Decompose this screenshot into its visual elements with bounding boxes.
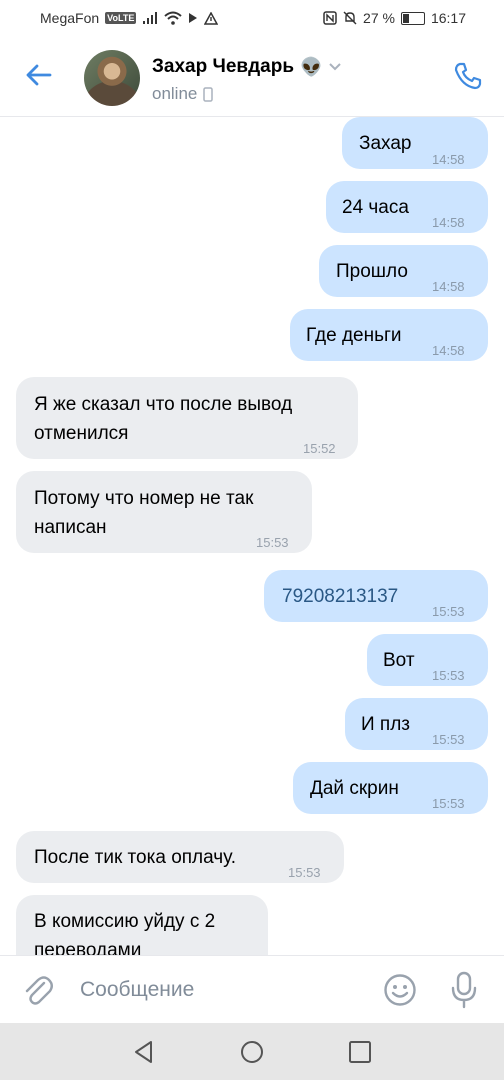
warning-icon — [204, 11, 219, 25]
message-outgoing[interactable]: Захар 14:58 — [342, 117, 488, 169]
message-incoming[interactable]: После тик тока оплачу. 15:53 — [16, 831, 344, 883]
chevron-down-icon — [329, 63, 342, 71]
message-outgoing[interactable]: Где деньги 14:58 — [290, 309, 488, 361]
message-incoming[interactable]: Потому что номер не так написан 15:53 — [16, 471, 312, 553]
chat-header: Захар Чевдарь 👽 online — [0, 36, 504, 117]
status-bar-right: 27 % 16:17 — [323, 10, 466, 26]
mobile-device-icon — [203, 86, 214, 102]
triangle-back-icon[interactable] — [131, 1039, 157, 1065]
message-outgoing[interactable]: 79208213137 15:53 — [264, 570, 488, 622]
message-time: 14:58 — [432, 152, 465, 167]
online-status: online — [152, 84, 214, 104]
message-time: 15:53 — [432, 732, 465, 747]
wifi-icon — [164, 11, 182, 25]
message-incoming[interactable]: Я же сказал что после вывод отменился 15… — [16, 377, 358, 459]
chat-title[interactable]: Захар Чевдарь 👽 — [152, 56, 342, 78]
message-list[interactable]: Захар 14:58 24 часа 14:58 Прошло 14:58 Г… — [0, 117, 504, 955]
message-time: 15:53 — [256, 535, 289, 550]
clock: 16:17 — [430, 10, 466, 26]
signal-icon — [143, 11, 158, 24]
avatar[interactable] — [84, 50, 140, 106]
arrow-left-icon[interactable] — [22, 58, 56, 92]
message-input[interactable]: Сообщение — [80, 978, 194, 1002]
volte-badge: VoLTE — [105, 12, 137, 24]
phone-icon[interactable] — [452, 60, 484, 92]
contact-name: Захар Чевдарь — [152, 56, 294, 77]
message-time: 15:53 — [432, 796, 465, 811]
message-outgoing[interactable]: 24 часа 14:58 — [326, 181, 488, 233]
message-time: 15:53 — [432, 668, 465, 683]
message-text: 24 часа — [342, 197, 409, 218]
status-text: online — [152, 84, 198, 103]
message-text: Дай скрин — [310, 778, 399, 799]
mute-bell-icon — [343, 11, 357, 25]
message-incoming[interactable]: В комиссию уйду с 2 переводами — [16, 895, 268, 955]
battery-percent: 27 % — [363, 10, 395, 26]
message-text: Прошло — [336, 261, 408, 282]
status-bar: MegaFon VoLTE 27 % 16:17 — [0, 0, 504, 36]
message-time: 15:52 — [303, 441, 336, 456]
message-text: Где деньги — [306, 325, 402, 346]
play-icon — [189, 13, 198, 23]
message-time: 14:58 — [432, 215, 465, 230]
message-text: После тик тока оплачу. — [34, 847, 237, 868]
system-nav-bar — [0, 1023, 504, 1080]
message-text: Захар — [359, 133, 412, 154]
message-outgoing[interactable]: И плз 15:53 — [345, 698, 488, 750]
battery-icon — [400, 11, 425, 25]
message-time: 15:53 — [288, 865, 321, 880]
message-outgoing[interactable]: Прошло 14:58 — [319, 245, 488, 297]
circle-home-icon[interactable] — [239, 1039, 265, 1065]
message-text: Вот — [383, 650, 415, 671]
message-time: 14:58 — [432, 279, 465, 294]
message-text: И плз — [361, 714, 411, 735]
alien-emoji: 👽 — [300, 56, 323, 77]
message-time: 15:53 — [432, 604, 465, 619]
carrier-name: MegaFon — [40, 10, 100, 26]
square-recent-icon[interactable] — [347, 1039, 373, 1065]
phone-number-link[interactable]: 79208213137 — [282, 582, 398, 611]
paperclip-icon[interactable] — [22, 974, 54, 1008]
message-text: В комиссию уйду с 2 переводами — [34, 911, 216, 955]
message-outgoing[interactable]: Вот 15:53 — [367, 634, 488, 686]
nfc-icon — [323, 11, 337, 25]
message-outgoing[interactable]: Дай скрин 15:53 — [293, 762, 488, 814]
microphone-icon[interactable] — [450, 971, 478, 1009]
message-text: Я же сказал что после вывод отменился — [34, 394, 293, 444]
status-bar-left: MegaFon VoLTE — [40, 10, 219, 26]
smile-icon[interactable] — [383, 973, 417, 1007]
message-composer: Сообщение — [0, 955, 504, 1024]
message-time: 14:58 — [432, 343, 465, 358]
